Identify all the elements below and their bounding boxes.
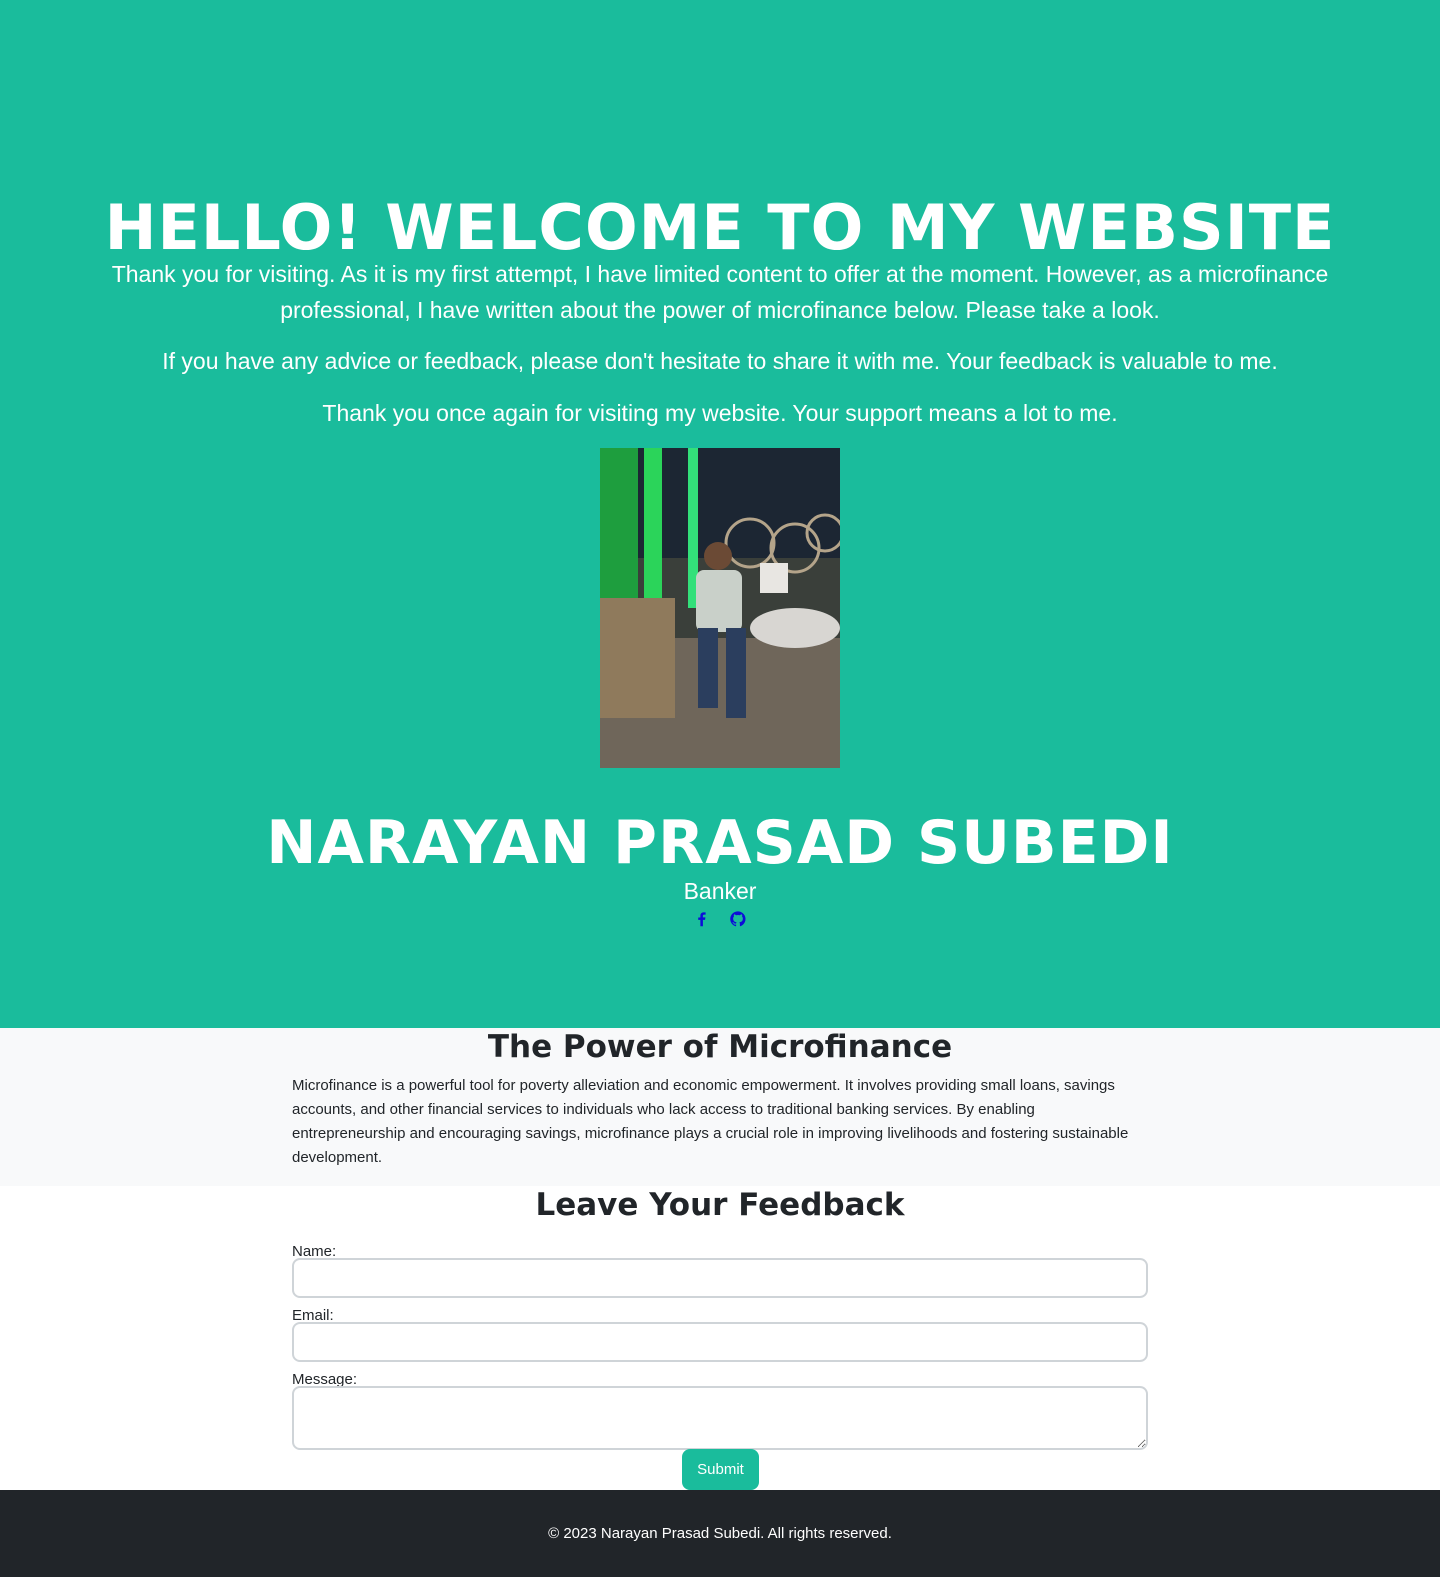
feedback-section: Leave Your Feedback Name: Email: Message…: [0, 1186, 1440, 1490]
about-heading: The Power of Microfinance: [487, 1029, 953, 1065]
hero-section: HELLO! WELCOME TO MY WEBSITE Thank you f…: [0, 0, 1440, 1028]
feedback-request-paragraph: If you have any advice or feedback, plea…: [162, 348, 1278, 374]
welcome-heading: HELLO! WELCOME TO MY WEBSITE: [104, 191, 1336, 264]
social-links: [0, 910, 1440, 930]
feedback-heading: Leave Your Feedback: [535, 1187, 905, 1223]
owner-name: NARAYAN PRASAD SUBEDI: [266, 808, 1174, 878]
profile-photo: [600, 448, 840, 768]
about-text: Microfinance is a powerful tool for pove…: [292, 1077, 1129, 1166]
footer: © 2023 Narayan Prasad Subedi. All rights…: [0, 1490, 1440, 1577]
email-field[interactable]: [292, 1322, 1148, 1362]
facebook-icon[interactable]: [693, 910, 711, 928]
name-field[interactable]: [292, 1258, 1148, 1298]
submit-button[interactable]: Submit: [682, 1449, 759, 1490]
copyright-text: © 2023 Narayan Prasad Subedi. All rights…: [548, 1525, 892, 1542]
github-icon[interactable]: [729, 910, 747, 928]
message-field[interactable]: [292, 1386, 1148, 1450]
intro-paragraph: Thank you for visiting. As it is my firs…: [111, 261, 1329, 323]
owner-role: Banker: [683, 878, 757, 904]
about-section: The Power of Microfinance Microfinance i…: [0, 1028, 1440, 1186]
thanks-paragraph: Thank you once again for visiting my web…: [322, 400, 1118, 426]
